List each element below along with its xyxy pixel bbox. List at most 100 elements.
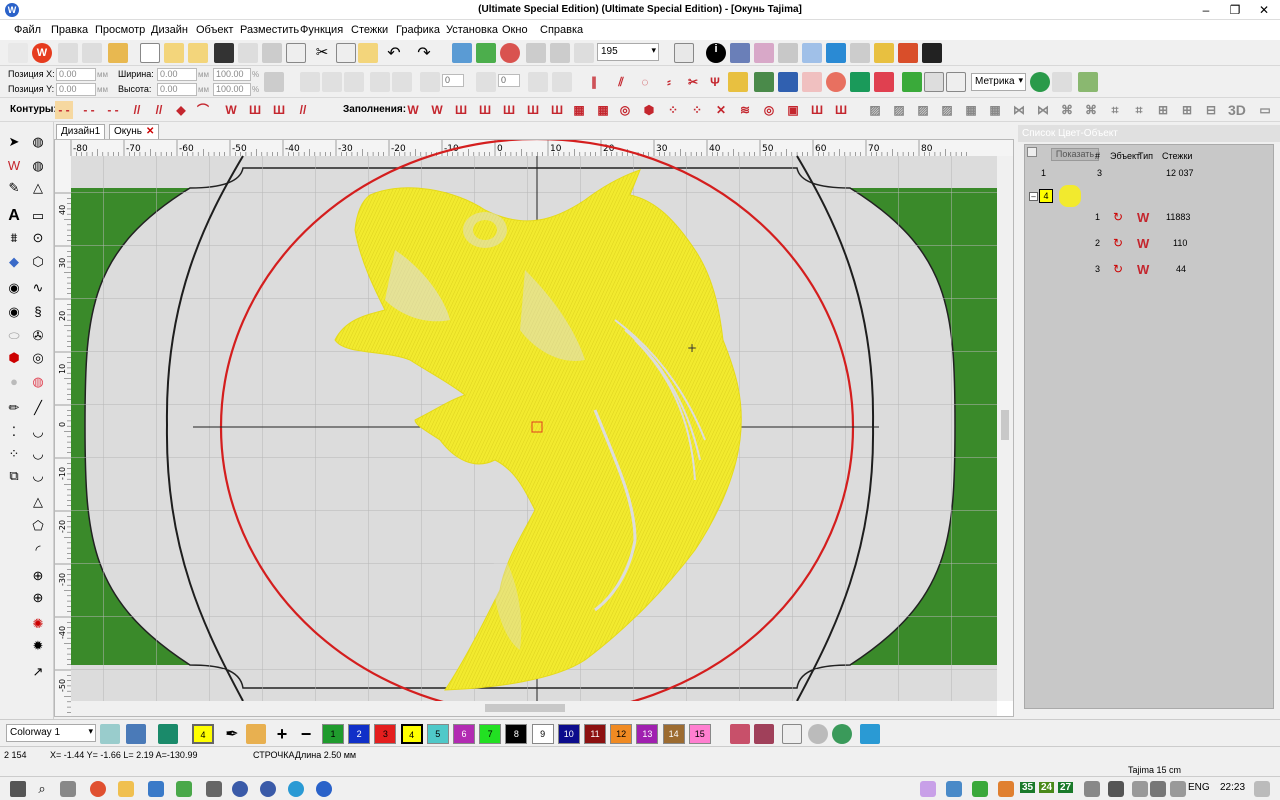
- remove-color-icon[interactable]: −: [296, 724, 316, 744]
- new-icon[interactable]: [140, 43, 160, 63]
- fill-bucket-icon[interactable]: [246, 724, 266, 744]
- fill-grid-icon[interactable]: ▦: [570, 101, 588, 119]
- eyedropper-icon[interactable]: ✒: [222, 724, 242, 744]
- start-icon[interactable]: [10, 781, 26, 797]
- pos-y-field[interactable]: 0.00: [56, 83, 96, 96]
- select-arrow-icon[interactable]: ➤: [4, 132, 24, 152]
- menu-stitches[interactable]: Стежки: [351, 24, 388, 36]
- node-icon[interactable]: ◍: [28, 156, 48, 176]
- thread-chart-icon[interactable]: [126, 724, 146, 744]
- menu-help[interactable]: Справка: [540, 24, 583, 36]
- width-field[interactable]: 0.00: [157, 68, 197, 81]
- more-icon[interactable]: ▭: [1256, 101, 1274, 119]
- squares-icon[interactable]: ⧉: [4, 466, 24, 486]
- color-swatch-14[interactable]: 14: [662, 724, 685, 744]
- color-wheel-icon[interactable]: [874, 72, 894, 92]
- fill-spiral-icon[interactable]: ▣: [784, 101, 802, 119]
- effect7-icon[interactable]: ⋈: [1010, 101, 1028, 119]
- color-swatch-4[interactable]: 4: [400, 724, 423, 744]
- app2-icon[interactable]: [176, 781, 192, 797]
- effect4-icon[interactable]: ▨: [938, 101, 956, 119]
- color-film-icon[interactable]: [500, 43, 520, 63]
- effect8-icon[interactable]: ⋈: [1034, 101, 1052, 119]
- pentagon-icon[interactable]: ⬠: [28, 516, 48, 536]
- spool-icon[interactable]: [860, 724, 880, 744]
- curve-icon[interactable]: §: [28, 302, 48, 322]
- close-button[interactable]: ✕: [1253, 2, 1275, 18]
- group-color-swatch[interactable]: 4: [1039, 189, 1053, 203]
- color-tool-icon[interactable]: ◍: [28, 372, 48, 392]
- balloon-icon[interactable]: [58, 43, 78, 63]
- paste-icon[interactable]: [358, 43, 378, 63]
- contour-run-icon[interactable]: - -: [55, 101, 73, 119]
- circle-fill-icon[interactable]: ◉: [4, 278, 24, 298]
- design-canvas[interactable]: -80 -70 -60 -50 -40 -30 -20 -10 0 10 20 30 40 50 60 70 8…: [54, 137, 1014, 719]
- effect14-icon[interactable]: ⊞: [1178, 101, 1196, 119]
- reshape-node-icon[interactable]: ◍: [28, 132, 48, 152]
- slant-field[interactable]: 0: [498, 74, 520, 87]
- tray-icon4[interactable]: [998, 781, 1014, 797]
- effect9-icon[interactable]: ⌘: [1058, 101, 1076, 119]
- show-button[interactable]: Показать: [1051, 148, 1099, 161]
- tray-counter-2[interactable]: 24: [1039, 782, 1055, 793]
- monogram-tool-icon[interactable]: ⩩: [4, 228, 24, 248]
- lock-icon[interactable]: [264, 72, 284, 92]
- fill-pattern-icon[interactable]: Ш: [524, 101, 542, 119]
- contour-dash-icon[interactable]: - -: [80, 101, 98, 119]
- palette-icon[interactable]: [754, 43, 774, 63]
- color-swatch-7[interactable]: 7: [479, 724, 502, 744]
- speed-icon[interactable]: [1030, 72, 1050, 92]
- mirror-v-icon[interactable]: [344, 72, 364, 92]
- zoom-tool-icon[interactable]: [574, 43, 594, 63]
- applique-icon[interactable]: ◆: [4, 252, 24, 272]
- grid-icon[interactable]: [802, 43, 822, 63]
- arc-tool-icon[interactable]: ◡: [28, 422, 48, 442]
- color-swatch-2[interactable]: 2: [348, 724, 371, 744]
- fill-column-icon[interactable]: Ш: [832, 101, 850, 119]
- skew-icon[interactable]: [370, 72, 390, 92]
- tray-counter-3[interactable]: 27: [1058, 782, 1074, 793]
- import-icon[interactable]: [476, 43, 496, 63]
- vertical-scroll-thumb[interactable]: [1001, 410, 1009, 440]
- table-row[interactable]: 1 ↻ W 11883: [1025, 207, 1273, 233]
- arc4-icon[interactable]: ◜: [28, 540, 48, 560]
- colors-icon[interactable]: [874, 43, 894, 63]
- language-indicator[interactable]: ENG: [1188, 782, 1210, 793]
- shapes-icon[interactable]: [778, 72, 798, 92]
- color-swatch-1[interactable]: 1: [322, 724, 344, 744]
- skew2-icon[interactable]: [392, 72, 412, 92]
- fill-ring-icon[interactable]: ◎: [616, 101, 634, 119]
- fill-stitch-icon[interactable]: ⫽: [612, 73, 630, 91]
- group-collapse-icon[interactable]: –: [1029, 192, 1038, 201]
- star-tool-icon[interactable]: ✺: [28, 614, 48, 634]
- network-icon[interactable]: [1108, 781, 1124, 797]
- colorway-icon[interactable]: [100, 724, 120, 744]
- menu-setup[interactable]: Установка: [446, 24, 498, 36]
- person-icon[interactable]: [898, 43, 918, 63]
- current-color-swatch[interactable]: 4: [192, 724, 214, 744]
- search-icon[interactable]: ⌕: [34, 781, 50, 797]
- fill-tatami-icon[interactable]: Ш: [452, 101, 470, 119]
- tray-icon6[interactable]: [1132, 781, 1148, 797]
- effect3-icon[interactable]: ▨: [914, 101, 932, 119]
- tray-icon2[interactable]: [946, 781, 962, 797]
- polygon-tool-icon[interactable]: ⬡: [28, 252, 48, 272]
- effect5-icon[interactable]: ▦: [962, 101, 980, 119]
- menu-file[interactable]: Файл: [14, 24, 41, 36]
- color-swatch-6[interactable]: 6: [453, 724, 475, 744]
- fill-diamond-icon[interactable]: ⁘: [688, 101, 706, 119]
- library-icon[interactable]: [108, 43, 128, 63]
- fill-satin-icon[interactable]: W: [428, 101, 446, 119]
- send-machine-icon[interactable]: [452, 43, 472, 63]
- colors-wheel-icon[interactable]: [832, 724, 852, 744]
- fill-x-icon[interactable]: ✕: [712, 101, 730, 119]
- thread-table2-icon[interactable]: [754, 724, 774, 744]
- restore-button[interactable]: ❐: [1224, 2, 1246, 18]
- color-swatch-8[interactable]: 8: [505, 724, 528, 744]
- volume-icon[interactable]: [1150, 781, 1166, 797]
- view-3d-button[interactable]: 3D: [1228, 102, 1246, 118]
- contour-stem-icon[interactable]: //: [128, 101, 146, 119]
- guides-icon[interactable]: [946, 72, 966, 92]
- satin-icon[interactable]: ∥: [585, 73, 603, 91]
- fill-waves-icon[interactable]: ≋: [736, 101, 754, 119]
